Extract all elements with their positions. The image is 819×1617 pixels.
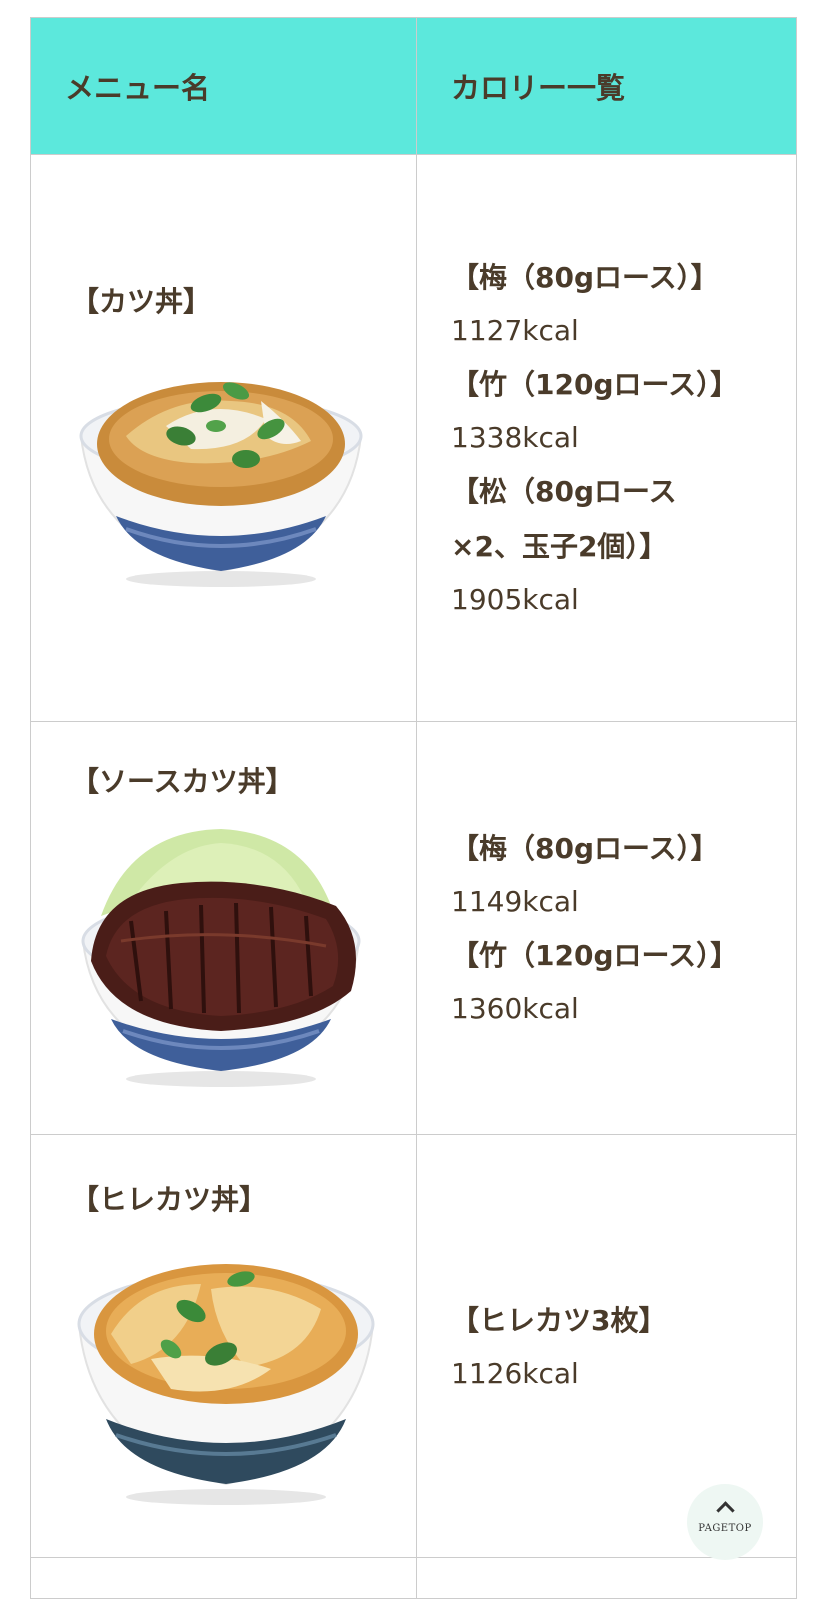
header-calorie-list: カロリー一覧 (416, 17, 797, 155)
size-label: 【ヒレカツ3枚】 (451, 1303, 667, 1337)
menu-item-name: 【ヒレカツ丼】 (71, 1183, 268, 1216)
size-label: 【松（80gロース×2、玉子2個）】 (451, 475, 677, 563)
menu-name-cell (30, 1557, 417, 1599)
calorie-table-wrapper: メニュー名 カロリー一覧 【カツ丼】 【梅（80gロース）】 1127kcal … (30, 17, 797, 1599)
pagetop-button[interactable]: PAGETOP (687, 1484, 763, 1560)
menu-name-cell: 【カツ丼】 (30, 154, 417, 722)
table-row: 【ヒレカツ丼】 【ヒレカツ3枚】 1126kcal (30, 1134, 797, 1558)
calorie-cell (416, 1557, 797, 1599)
kcal-value: 1360kcal (451, 992, 579, 1025)
size-label: 【梅（80gロース）】 (451, 832, 719, 865)
menu-item-name: 【ソースカツ丼】 (71, 765, 294, 798)
calorie-cell: 【梅（80gロース）】 1149kcal 【竹（120gロース）】 1360kc… (416, 721, 797, 1135)
hire-katsudon-photo (77, 1264, 375, 1505)
pagetop-label: PAGETOP (698, 1523, 752, 1534)
calorie-table: メニュー名 カロリー一覧 【カツ丼】 【梅（80gロース）】 1127kcal … (30, 17, 797, 1599)
kcal-value: 1338kcal (451, 421, 579, 454)
kcal-value: 1126kcal (451, 1356, 579, 1390)
size-label: 【梅（80gロース）】 (451, 261, 719, 294)
size-label: 【竹（120gロース）】 (451, 368, 739, 401)
katsudon-photo (79, 382, 363, 587)
kcal-value: 1905kcal (451, 583, 579, 616)
kcal-value: 1149kcal (451, 885, 579, 918)
calorie-cell: 【梅（80gロース）】 1127kcal 【竹（120gロース）】 1338kc… (416, 154, 797, 722)
table-row: 【カツ丼】 【梅（80gロース）】 1127kcal 【竹（120gロース）】 … (30, 154, 797, 722)
size-label: 【竹（120gロース）】 (451, 939, 739, 972)
table-row (30, 1557, 797, 1599)
menu-name-cell: 【ソースカツ丼】 (30, 721, 417, 1135)
header-menu-name: メニュー名 (30, 17, 417, 155)
table-header-row: メニュー名 カロリー一覧 (30, 17, 797, 155)
sauce-katsudon-photo (81, 829, 361, 1087)
menu-item-name: 【カツ丼】 (71, 285, 212, 318)
kcal-value: 1127kcal (451, 314, 579, 347)
table-row: 【ソースカツ丼】 【梅（80gロース）】 1149kcal 【竹（120gロース… (30, 721, 797, 1135)
menu-name-cell: 【ヒレカツ丼】 (30, 1134, 417, 1558)
chevron-up-icon (715, 1501, 735, 1520)
